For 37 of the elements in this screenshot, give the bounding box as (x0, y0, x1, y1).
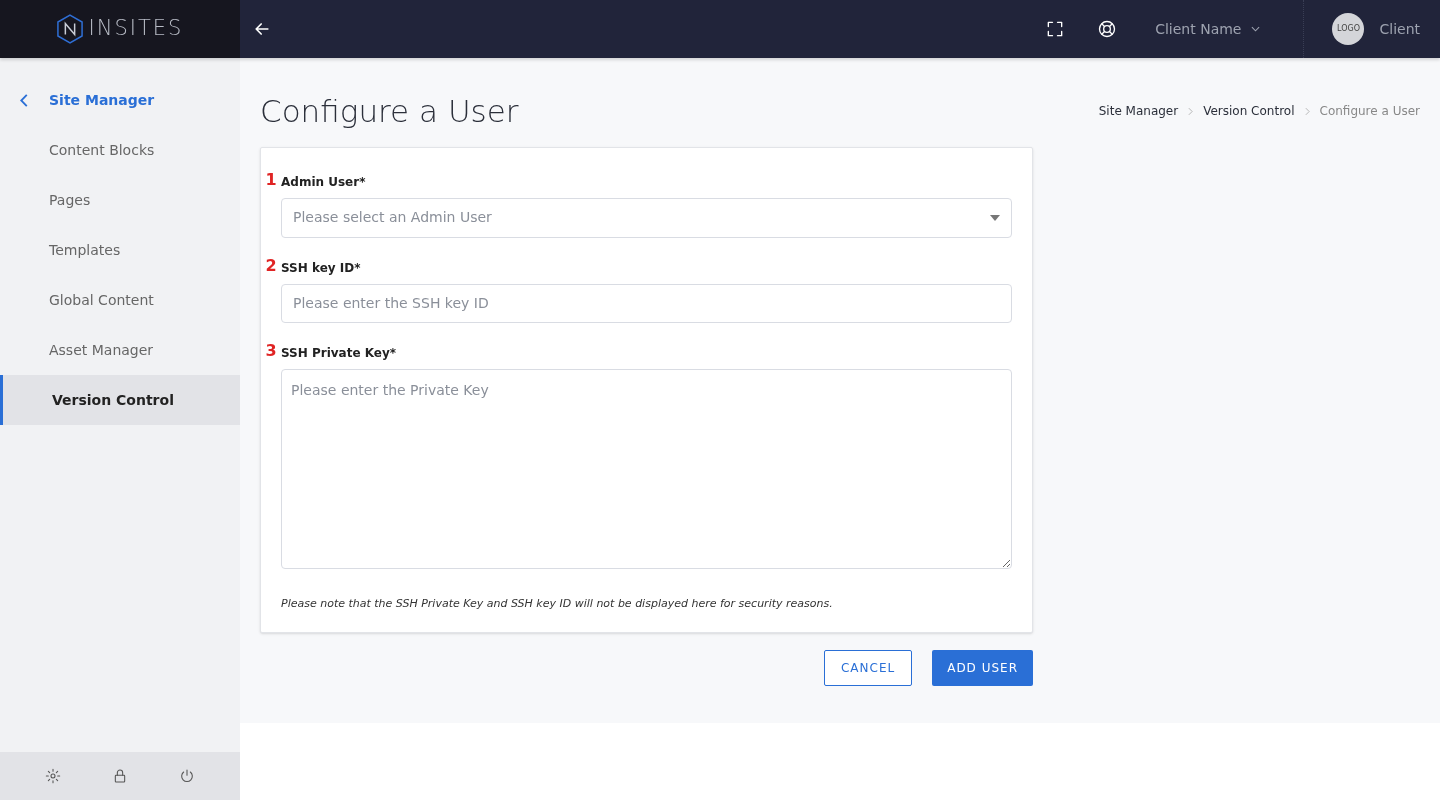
annotation-number: 2 (264, 257, 278, 274)
security-note: Please note that the SSH Private Key and SSH key ID will not be displayed here for security reasons. (281, 595, 834, 612)
input-field[interactable]: Please enter the SSH key ID (281, 283, 1012, 323)
client-logo-avatar[interactable]: LOGO (1332, 13, 1365, 45)
page-title: Configure a User (260, 92, 519, 131)
hexagon-logo-icon (56, 14, 83, 44)
client-selector[interactable]: Client Name (1155, 18, 1261, 40)
chevron-left-icon (20, 93, 28, 107)
sidebar-item[interactable]: Asset Manager (0, 325, 240, 375)
annotation-number: 1 (264, 171, 278, 188)
field-label: SSH Private Key* (281, 346, 397, 359)
breadcrumb-link[interactable]: Version Control (1203, 102, 1295, 121)
help-icon[interactable] (1097, 19, 1118, 39)
admin-user-select[interactable]: Please select an Admin User (281, 197, 1012, 238)
field-label: Admin User* (281, 175, 366, 188)
settings-icon[interactable] (45, 768, 62, 784)
textarea-field[interactable]: Please enter the Private Key (281, 368, 1012, 569)
lock-icon[interactable] (112, 768, 128, 784)
annotation-number: 3 (264, 342, 278, 359)
chevron-right-icon (1304, 106, 1310, 116)
account-name[interactable]: Client (1379, 18, 1420, 40)
power-icon[interactable] (178, 768, 195, 784)
caret-icon (990, 214, 1000, 221)
sidebar-item[interactable]: Templates (0, 225, 240, 275)
breadcrumb-link[interactable]: Site Manager (1098, 102, 1179, 121)
cancel-button[interactable]: CANCEL (823, 650, 913, 686)
field-label: SSH key ID* (281, 261, 361, 274)
sidebar-item[interactable]: Content Blocks (0, 125, 240, 175)
logo-text: INSITES (88, 15, 184, 43)
breadcrumb-current-page: Configure a User (1319, 103, 1420, 121)
add-user-button[interactable]: ADD USER (932, 650, 1033, 686)
chevron-down-icon (1251, 26, 1261, 32)
sidebar-item[interactable]: Global Content (0, 275, 240, 325)
sidebar-item[interactable]: Pages (0, 175, 240, 225)
sidebar-item[interactable]: Version Control (0, 375, 240, 425)
chevron-right-icon (1188, 106, 1194, 116)
sidebar-back-link[interactable]: Site Manager (0, 75, 240, 125)
